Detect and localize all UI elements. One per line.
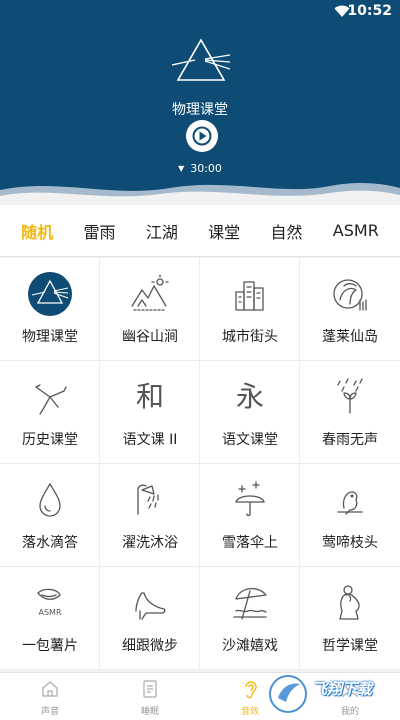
sound-item[interactable]: 濯洗沐浴 (100, 464, 200, 567)
sound-label: 濯洗沐浴 (122, 535, 178, 551)
ear-icon (240, 679, 260, 699)
sound-label: 沙滩嬉戏 (222, 638, 278, 654)
sound-label: 蓬莱仙岛 (322, 329, 378, 345)
chips-icon: ASMR (28, 581, 72, 625)
spring-rain-icon (328, 375, 372, 419)
sound-label: 历史课堂 (22, 432, 78, 448)
sound-item[interactable]: 城市街头 (200, 258, 300, 361)
watermark-text: 飞翔下载 (312, 680, 373, 698)
valley-icon (128, 272, 172, 316)
player-header: 10:52 物理课堂 ▼ 30:00 (0, 0, 400, 205)
tab-3[interactable]: 课堂 (204, 219, 244, 243)
sound-label: 细跟微步 (122, 638, 178, 654)
city-icon (228, 272, 272, 316)
sound-label: 雪落伞上 (222, 535, 278, 551)
sound-item[interactable]: 幽谷山涧 (100, 258, 200, 361)
sound-label: 语文课堂 (222, 432, 278, 448)
sound-label: 物理课堂 (22, 329, 78, 345)
sound-item[interactable]: 历史课堂 (0, 361, 100, 464)
beach-icon (228, 581, 272, 625)
tab-0[interactable]: 随机 (17, 219, 57, 243)
sleep-icon (140, 679, 160, 699)
sound-label: 哲学课堂 (322, 638, 378, 654)
status-bar: 10:52 (0, 0, 400, 24)
sound-label: 城市街头 (222, 329, 278, 345)
nav-label: 睡眠 (140, 707, 159, 717)
chinese-he-icon: 和 (135, 380, 164, 413)
tab-5[interactable]: ASMR (329, 221, 383, 240)
svg-text:ASMR: ASMR (38, 608, 61, 617)
island-icon (328, 272, 372, 316)
sound-label: 莺啼枝头 (322, 535, 378, 551)
water-drop-icon (28, 478, 72, 522)
sound-grid: 物理课堂 幽谷山涧 城市街头 蓬莱仙岛 历史课堂和语文课 II 永语文课堂 春雨无声 落水滴答… (0, 258, 400, 670)
sound-item[interactable]: 雪落伞上 (200, 464, 300, 567)
sound-label: 春雨无声 (322, 432, 378, 448)
nav-label: 声音 (40, 707, 59, 717)
sound-label: 一包薯片 (22, 638, 78, 654)
sound-item[interactable]: 沙滩嬉戏 (200, 567, 300, 670)
now-playing-title: 物理课堂 (172, 102, 228, 118)
sound-item[interactable]: 莺啼枝头 (300, 464, 400, 567)
history-icon (28, 375, 72, 419)
watermark-logo-icon (269, 675, 307, 713)
sound-label: 幽谷山涧 (122, 329, 178, 345)
bird-icon (328, 478, 372, 522)
sound-item[interactable]: 蓬莱仙岛 (300, 258, 400, 361)
nav-item-1[interactable]: 睡眠 (100, 673, 200, 720)
tab-4[interactable]: 自然 (266, 219, 306, 243)
watermark: 飞翔下载 (266, 672, 396, 716)
status-time: 10:52 (347, 3, 392, 19)
sound-item[interactable]: ASMR 一包薯片 (0, 567, 100, 670)
sound-item[interactable]: 和语文课 II (100, 361, 200, 464)
prism-icon (172, 38, 230, 81)
nav-item-0[interactable]: 声音 (0, 673, 100, 720)
category-tabs: 随机 雷雨 江湖 课堂 自然 ASMR (0, 205, 400, 257)
home-icon (40, 679, 60, 699)
sound-item[interactable]: 春雨无声 (300, 361, 400, 464)
sound-item[interactable]: 物理课堂 (0, 258, 100, 361)
thinker-icon (328, 581, 372, 625)
sound-item[interactable]: 哲学课堂 (300, 567, 400, 670)
high-heel-icon (128, 581, 172, 625)
sound-item[interactable]: 落水滴答 (0, 464, 100, 567)
play-button[interactable] (186, 120, 218, 152)
tab-2[interactable]: 江湖 (142, 219, 182, 243)
play-icon (192, 126, 212, 146)
sound-label: 落水滴答 (22, 535, 78, 551)
sound-item[interactable]: 细跟微步 (100, 567, 200, 670)
shower-icon (128, 478, 172, 522)
snow-umbrella-icon (228, 478, 272, 522)
sound-label: 语文课 II (122, 432, 178, 448)
sound-item[interactable]: 永语文课堂 (200, 361, 300, 464)
tab-1[interactable]: 雷雨 (79, 219, 119, 243)
prism-icon (28, 272, 72, 316)
chinese-yong-icon: 永 (235, 380, 264, 413)
chips-icon-text: ASMR (38, 608, 61, 617)
wave-decoration (0, 182, 400, 205)
